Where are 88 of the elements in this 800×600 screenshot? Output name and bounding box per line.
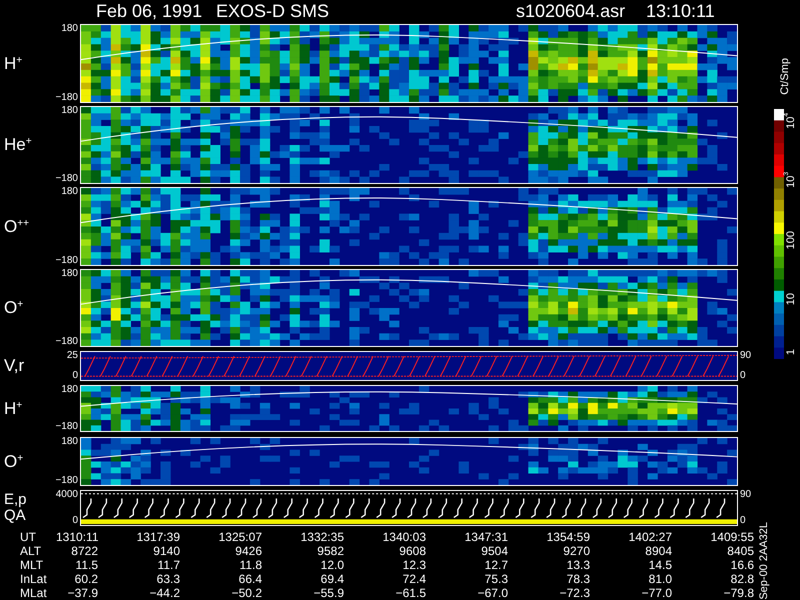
table-cell-text: 9270 — [562, 544, 590, 558]
panel-label: He$^{+}$ — [4, 136, 32, 154]
axis-tick-label: −180 — [55, 337, 78, 347]
panel-label: H$^{+}$ — [4, 54, 22, 72]
plot-date: Feb 06, 1991 — [96, 2, 204, 20]
table-cell-text: 1325:07 — [218, 530, 262, 544]
panel-label: O$^{++}$ — [4, 218, 30, 236]
table-cell-text: −72.3 — [558, 586, 590, 600]
table-cell-text: 12.3 — [402, 558, 426, 572]
table-cell-text: −50.2 — [230, 586, 262, 600]
axis-tick-label: 90 — [740, 490, 752, 500]
table-cell-text: 66.4 — [238, 572, 262, 586]
table-cell-text: −77.0 — [640, 586, 672, 600]
table-cell-text: 72.4 — [402, 572, 426, 586]
table-cell-text: 78.3 — [566, 572, 590, 586]
axis-tick-label: 0 — [740, 371, 746, 381]
table-cell-text: −37.9 — [66, 586, 98, 600]
colorbar-label: 10 — [786, 292, 796, 306]
axis-tick-label: 90 — [740, 351, 752, 361]
table-cell-text: 1317:39 — [136, 530, 180, 544]
axis-tick-label: 4000 — [56, 490, 78, 500]
axis-tick-label: 180 — [61, 106, 78, 116]
file-name: s1020604.asr — [516, 2, 626, 20]
table-cell-text: 9140 — [152, 544, 180, 558]
table-cell-text: 69.4 — [320, 572, 344, 586]
row-label: MLat — [20, 586, 48, 600]
panel-label: E,p — [4, 492, 27, 508]
table-cell-text: 11.5 — [74, 558, 98, 572]
table-cell-text: 11.8 — [238, 558, 262, 572]
axis-tick-label: 0 — [72, 516, 78, 526]
table-cell-text: 81.0 — [648, 572, 672, 586]
table-cell-text: −79.8 — [722, 586, 754, 600]
axis-tick-label: −180 — [55, 476, 78, 486]
row-label: ALT — [20, 544, 42, 558]
colorbar-label: 1 — [786, 348, 796, 355]
table-cell-text: 9504 — [480, 544, 508, 558]
table-cell-text: 82.8 — [730, 572, 754, 586]
axis-tick-label: −180 — [55, 422, 78, 432]
table-cell-text: 9426 — [234, 544, 262, 558]
axis-tick-label: −180 — [55, 256, 78, 266]
axis-tick-label: 180 — [61, 187, 78, 197]
table-cell-text: 12.0 — [320, 558, 344, 572]
colorbar-unit: Ct/Smp — [780, 58, 790, 95]
table-cell-text: 60.2 — [74, 572, 98, 586]
table-cell-text: 8722 — [70, 544, 98, 558]
table-cell-text: 16.6 — [730, 558, 754, 572]
axis-tick-label: 0 — [72, 371, 78, 381]
panel-label: O$^{+}$ — [4, 299, 24, 317]
row-label: UT — [20, 530, 37, 544]
axis-tick-label: −180 — [55, 93, 78, 103]
table-cell-text: −67.0 — [476, 586, 508, 600]
table-cell-text: 8405 — [726, 544, 754, 558]
row-label: MLT — [20, 558, 44, 572]
table-cell-text: 12.7 — [484, 558, 508, 572]
table-cell-text: 1354:59 — [546, 530, 590, 544]
axis-tick-label: 180 — [61, 24, 78, 34]
table-cell-text: 1332:35 — [300, 530, 344, 544]
table-cell-text: 13.3 — [566, 558, 590, 572]
axis-tick-label: 180 — [61, 269, 78, 279]
plot-code: Sep-00 2AA32L — [759, 522, 770, 600]
table-cell-text: −44.2 — [148, 586, 180, 600]
table-cell-text: 75.3 — [484, 572, 508, 586]
table-cell: 1310:11 — [56, 530, 98, 544]
panel-label: H$^{+}$ — [4, 400, 22, 418]
table-cell-text: 1402:27 — [628, 530, 672, 544]
table-cell-text: 63.3 — [156, 572, 180, 586]
table-cell-text: 1347:31 — [464, 530, 508, 544]
table-cell-text: 9608 — [398, 544, 426, 558]
axis-tick-label: 180 — [61, 385, 78, 395]
table-cell-text: 8904 — [644, 544, 672, 558]
table-cell-text: 14.5 — [648, 558, 672, 572]
table-cell-text: 1409:55 — [710, 530, 754, 544]
instrument-title: EXOS-D SMS — [216, 2, 330, 20]
colorbar-label: 100 — [786, 231, 796, 250]
table-cell-text: −61.5 — [394, 586, 426, 600]
axis-tick-label: 180 — [61, 437, 78, 447]
table-cell-text: 11.7 — [156, 558, 180, 572]
row-label: InLat — [20, 572, 48, 586]
axis-tick-label: 25 — [66, 351, 78, 361]
axis-tick-label: −180 — [55, 174, 78, 184]
plot-time: 13:10:11 — [646, 2, 716, 20]
panel-label: V,r — [4, 357, 24, 375]
table-cell-text: −55.9 — [312, 586, 344, 600]
panel-label: QA — [4, 508, 27, 524]
panel-label: O$^{+}$ — [4, 452, 24, 470]
axis-tick-label: 0 — [740, 516, 746, 526]
table-cell-text: 1340:03 — [382, 530, 426, 544]
table-cell-text: 9582 — [316, 544, 344, 558]
